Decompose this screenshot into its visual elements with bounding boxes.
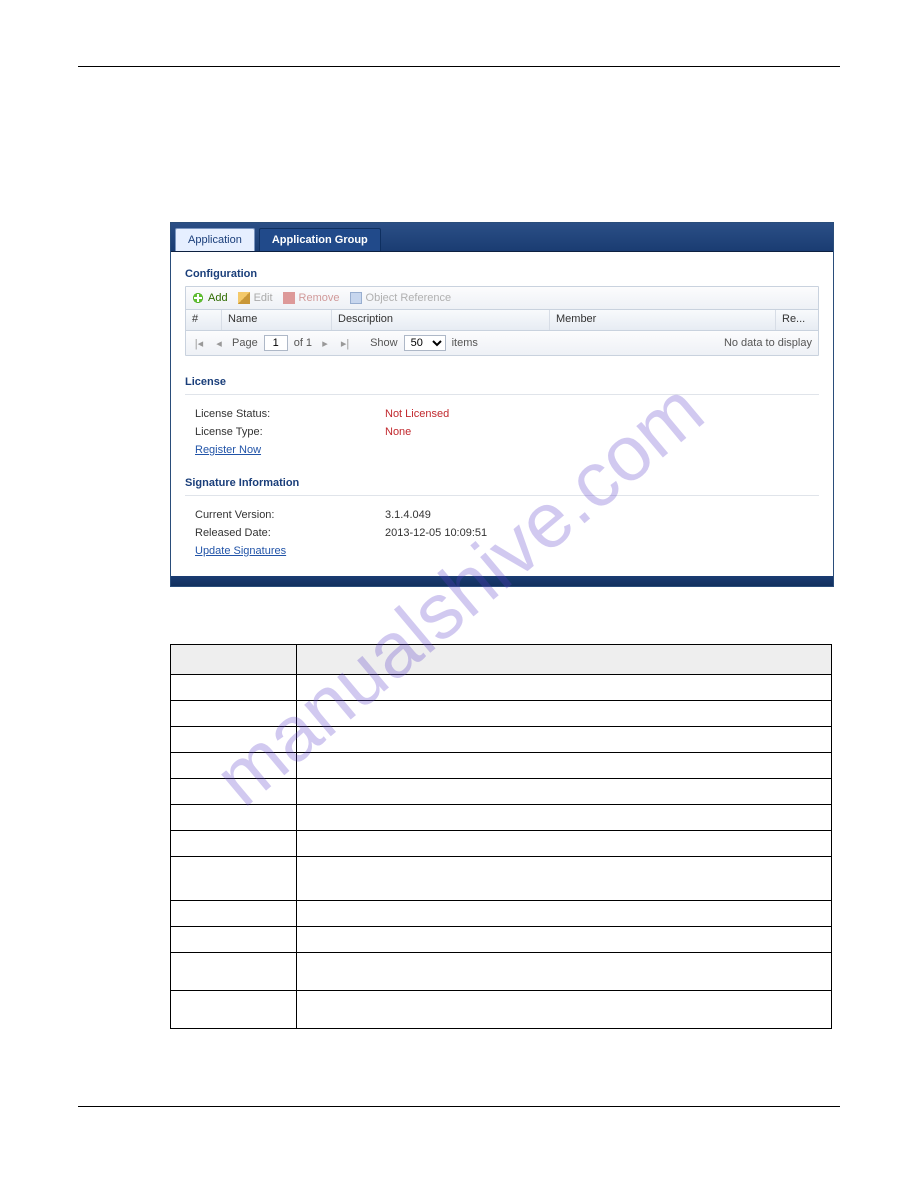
desc-th-label: [171, 645, 297, 675]
empty-text: No data to display: [724, 337, 812, 349]
first-page-icon: |◂: [192, 336, 206, 350]
register-now-link[interactable]: Register Now: [185, 441, 261, 459]
edit-label: Edit: [254, 292, 273, 304]
add-icon: [192, 292, 204, 304]
object-icon: [350, 292, 362, 304]
app-footer: [171, 576, 833, 586]
version-label: Current Version:: [195, 509, 385, 521]
license-type-label: License Type:: [195, 426, 385, 438]
signature-separator: [185, 495, 819, 496]
version-row: Current Version: 3.1.4.049: [185, 506, 819, 524]
last-page-icon: ▸|: [338, 336, 352, 350]
license-type-row: License Type: None: [185, 423, 819, 441]
grid-header: # Name Description Member Re...: [186, 310, 818, 331]
col-member[interactable]: Member: [550, 310, 776, 330]
col-description[interactable]: Description: [332, 310, 550, 330]
col-index[interactable]: #: [186, 310, 222, 330]
object-reference-label: Object Reference: [366, 292, 452, 304]
bottom-rule: [78, 1106, 840, 1107]
tab-application-group[interactable]: Application Group: [259, 228, 381, 251]
section-configuration: Configuration: [185, 268, 819, 280]
released-row: Released Date: 2013-12-05 10:09:51: [185, 524, 819, 542]
add-label: Add: [208, 292, 228, 304]
license-separator: [185, 394, 819, 395]
remove-label: Remove: [299, 292, 340, 304]
section-signature: Signature Information: [185, 477, 819, 489]
app-body: Configuration Add Edit Remove: [171, 252, 833, 576]
page-input[interactable]: [264, 335, 288, 351]
released-value: 2013-12-05 10:09:51: [385, 527, 487, 539]
add-button[interactable]: Add: [192, 292, 228, 304]
license-status-value: Not Licensed: [385, 408, 449, 420]
section-license: License: [185, 376, 819, 388]
grid-toolbar: Add Edit Remove Object Reference: [186, 287, 818, 310]
show-label: Show: [370, 337, 398, 349]
version-value: 3.1.4.049: [385, 509, 431, 521]
description-table: [170, 644, 832, 1029]
object-reference-button: Object Reference: [350, 292, 452, 304]
top-rule: [78, 66, 840, 67]
trash-icon: [283, 292, 295, 304]
page-of-label: of 1: [294, 337, 312, 349]
tab-bar: Application Application Group: [171, 223, 833, 252]
edit-icon: [238, 292, 250, 304]
desc-th-desc: [297, 645, 832, 675]
col-name[interactable]: Name: [222, 310, 332, 330]
pager: |◂ ◂ Page of 1 ▸ ▸| Show 50 items No dat…: [186, 331, 818, 355]
license-status-label: License Status:: [195, 408, 385, 420]
license-status-row: License Status: Not Licensed: [185, 405, 819, 423]
edit-button: Edit: [238, 292, 273, 304]
config-grid: Add Edit Remove Object Reference: [185, 286, 819, 356]
next-page-icon: ▸: [318, 336, 332, 350]
col-re[interactable]: Re...: [776, 310, 818, 330]
tab-application[interactable]: Application: [175, 228, 255, 251]
remove-button: Remove: [283, 292, 340, 304]
items-label: items: [452, 337, 478, 349]
page-label: Page: [232, 337, 258, 349]
prev-page-icon: ◂: [212, 336, 226, 350]
page-size-select[interactable]: 50: [404, 335, 446, 351]
update-signatures-link[interactable]: Update Signatures: [185, 542, 286, 560]
released-label: Released Date:: [195, 527, 385, 539]
license-type-value: None: [385, 426, 411, 438]
app-window: Application Application Group Configurat…: [170, 222, 834, 587]
